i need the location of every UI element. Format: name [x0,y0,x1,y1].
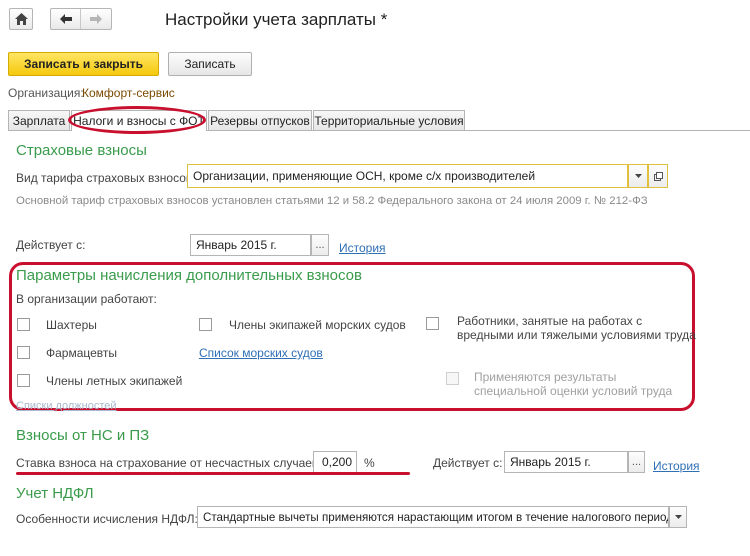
assessment-label-line1: Применяются результаты [474,370,617,384]
insurance-effective-input[interactable]: Январь 2015 г. [190,234,311,256]
flight-crew-label: Члены летных экипажей [46,374,183,388]
accident-rate-label: Ставка взноса на страхование от несчастн… [16,456,322,470]
additional-section-title: Параметры начисления дополнительных взно… [16,267,362,284]
accident-rate-value: 0,200 [321,455,352,469]
tariff-label: Вид тарифа страховых взносов: [16,171,196,185]
save-and-close-button[interactable]: Записать и закрыть [8,52,159,76]
hazardous-label-line1: Работники, занятые на работах с [457,314,643,328]
assessment-label-line2: специальной оценки условий труда [474,384,673,398]
accident-effective-input[interactable]: Январь 2015 г. [504,451,628,473]
ndfl-calc-label: Особенности исчисления НДФЛ: [16,512,198,526]
hazardous-label-line2: вредными или тяжелыми условиями труда [457,328,696,342]
sea-crew-checkbox[interactable] [199,318,212,331]
accident-history-link[interactable]: История [653,459,700,473]
ndfl-calc-dropdown-button[interactable] [669,506,687,528]
page-title: Настройки учета зарплаты * [165,10,388,29]
insurance-effective-label: Действует с: [16,238,86,252]
tab-territorial-conditions[interactable]: Территориальные условия [313,110,465,130]
tariff-dropdown-button[interactable] [628,164,648,188]
assessment-checkbox[interactable] [446,372,459,385]
arrow-left-icon [59,14,72,24]
flight-crew-checkbox[interactable] [17,374,30,387]
back-button[interactable] [51,9,81,29]
accident-effective-picker[interactable]: ... [628,451,645,473]
triangle-down-icon [674,515,682,519]
tab-highlight-ellipse [68,106,206,134]
ndfl-calc-select[interactable]: Стандартные вычеты применяются нарастающ… [197,506,669,528]
accident-effective-value: Январь 2015 г. [510,455,591,469]
organization-label: Организация: [8,86,84,100]
tariff-open-button[interactable] [648,164,668,188]
triangle-down-icon [634,174,642,178]
miners-label: Шахтеры [46,318,97,332]
miners-checkbox[interactable] [17,318,30,331]
insurance-effective-value: Январь 2015 г. [196,238,277,252]
forward-button[interactable] [81,9,111,29]
organization-value: Комфорт-сервис [82,86,175,100]
tariff-select[interactable]: Организации, применяющие ОСН, кроме с/х … [187,164,628,188]
accident-rate-input[interactable]: 0,200 [313,451,357,473]
arrow-right-icon [90,14,102,24]
additional-subtitle: В организации работают: [16,292,157,306]
pharmacists-checkbox[interactable] [17,346,30,359]
tariff-value: Организации, применяющие ОСН, кроме с/х … [193,169,536,183]
home-button[interactable] [9,8,33,30]
open-window-icon [653,171,663,181]
home-icon [14,13,28,25]
pharmacists-label: Фармацевты [46,346,118,360]
sea-crew-label: Члены экипажей морских судов [229,318,406,332]
sea-ships-list-link[interactable]: Список морских судов [199,346,323,360]
hazardous-checkbox[interactable] [426,317,439,330]
tariff-note: Основной тариф страховых взносов установ… [16,195,648,207]
positions-list-link[interactable]: Списки должностей [16,400,117,412]
save-button[interactable]: Записать [168,52,252,76]
accident-effective-label: Действует с: [433,456,503,470]
accident-highlight-underline [16,472,410,475]
insurance-effective-picker[interactable]: ... [311,234,329,256]
ndfl-section-title: Учет НДФЛ [16,485,94,502]
ndfl-calc-value: Стандартные вычеты применяются нарастающ… [203,510,669,524]
accident-section-title: Взносы от НС и ПЗ [16,427,150,444]
accident-rate-unit: % [364,456,375,470]
tab-salary[interactable]: Зарплата [8,110,70,130]
insurance-history-link[interactable]: История [339,241,386,255]
insurance-section-title: Страховые взносы [16,142,147,159]
tab-vacation-reserves[interactable]: Резервы отпусков [208,110,312,130]
history-nav-group [50,8,112,30]
